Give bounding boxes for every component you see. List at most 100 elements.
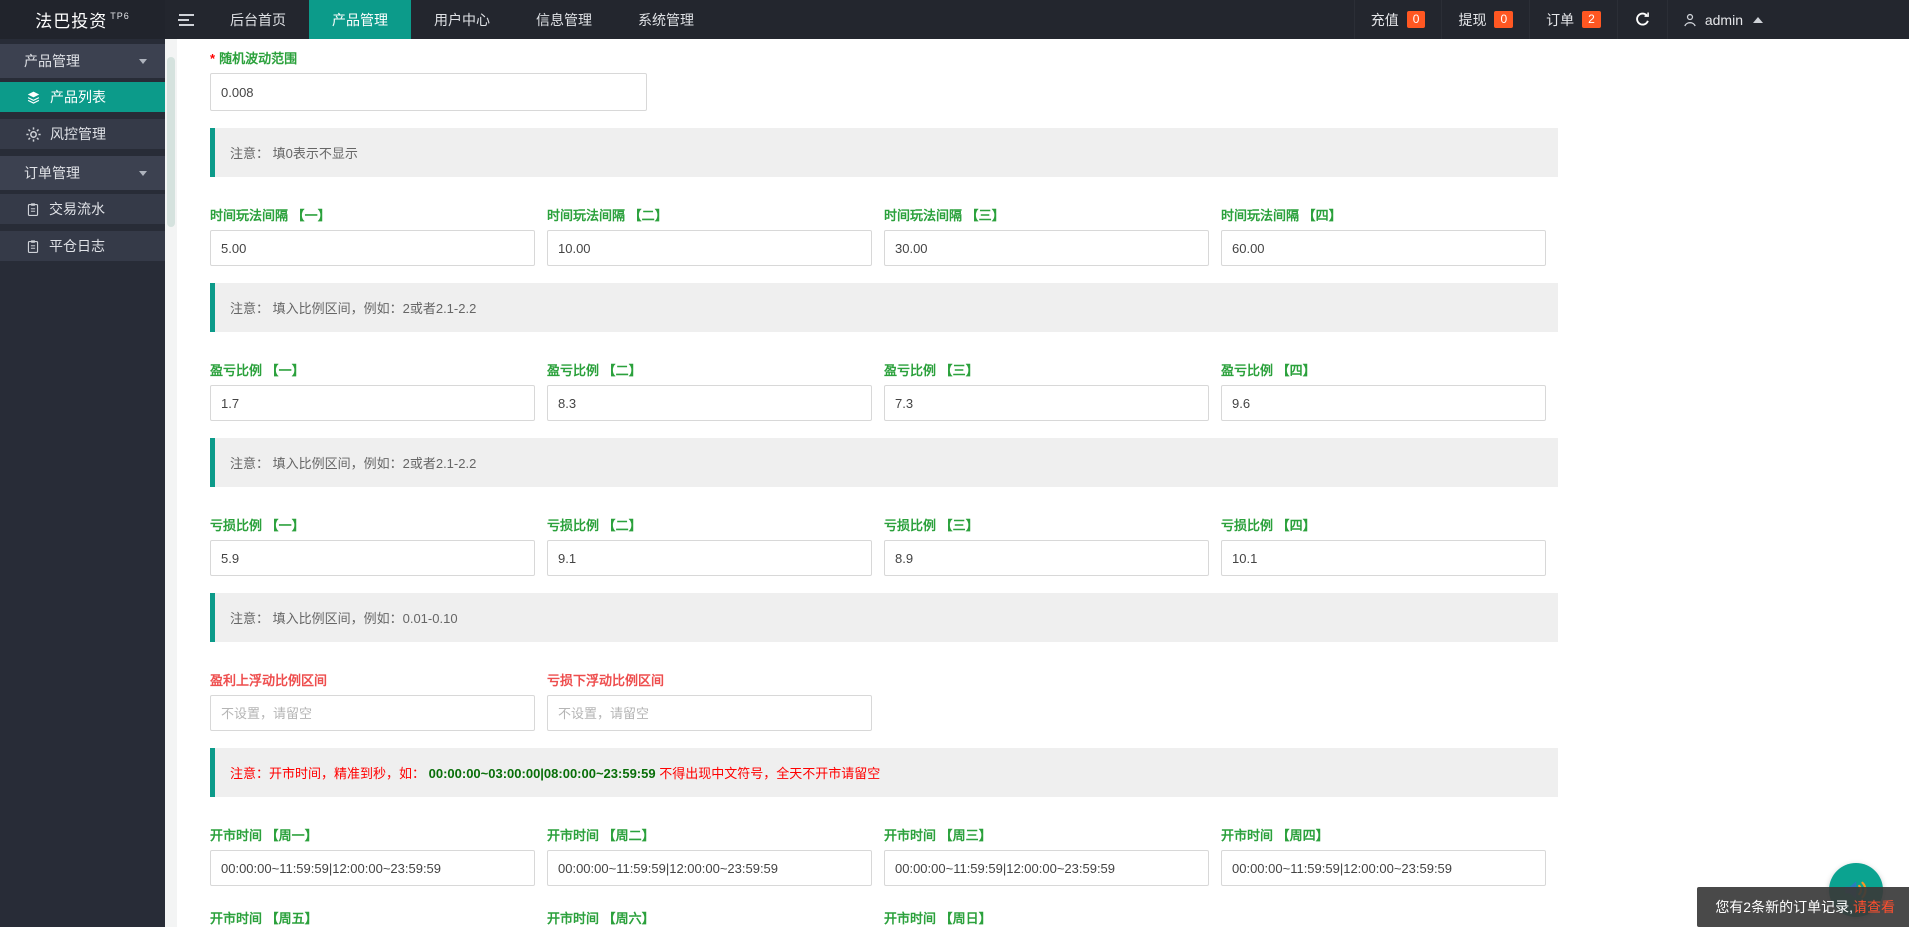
loss-ratio-2-label: 亏损比例 【二】: [547, 518, 642, 533]
open-time-example: 00:00:00~03:00:00|08:00:00~23:59:59: [428, 766, 656, 781]
time-interval-2-label: 时间玩法间隔 【二】: [547, 208, 668, 223]
sidebar-group-product[interactable]: 产品管理: [0, 44, 165, 78]
sidebar-item-close-log-label: 平仓日志: [49, 238, 105, 254]
profit-ratio-3-input[interactable]: [884, 385, 1209, 421]
toast-view-link[interactable]: 请查看: [1853, 899, 1895, 915]
app-logo: 法巴投资 TP6: [0, 0, 165, 39]
notice-small-ratio-example: 注意： 填入比例区间，例如：0.01-0.10: [210, 593, 1558, 642]
loss-ratio-3-input[interactable]: [884, 540, 1209, 576]
recharge-label: 充值: [1370, 11, 1399, 28]
open-time-thu-label: 开市时间 【周四】: [1221, 828, 1329, 843]
layers-icon: [27, 91, 40, 104]
tab-system-management[interactable]: 系统管理: [615, 0, 717, 39]
open-time-sat-label: 开市时间 【周六】: [547, 911, 655, 926]
profit-float-zone-input[interactable]: [210, 695, 535, 731]
open-time-sun-label: 开市时间 【周日】: [884, 911, 992, 926]
notice-ratio-example-1: 注意： 填入比例区间，例如：2或者2.1-2.2: [210, 283, 1558, 332]
scrollbar-thumb[interactable]: [167, 57, 175, 227]
time-interval-row: 时间玩法间隔 【一】 时间玩法间隔 【二】 时间玩法间隔 【三】 时间玩法间隔 …: [210, 205, 1909, 266]
orders-shortcut[interactable]: 订单 2: [1529, 0, 1617, 39]
open-time-row-2: 开市时间 【周五】 开市时间 【周六】 开市时间 【周日】: [210, 908, 1909, 927]
profit-ratio-row: 盈亏比例 【一】 盈亏比例 【二】 盈亏比例 【三】 盈亏比例 【四】: [210, 360, 1909, 421]
product-edit-form: *随机波动范围 注意： 填0表示不显示 时间玩法间隔 【一】 时间玩法间隔 【二…: [177, 39, 1909, 927]
tab-info-management[interactable]: 信息管理: [513, 0, 615, 39]
sidebar-collapse-icon[interactable]: [165, 0, 207, 39]
loss-ratio-4-label: 亏损比例 【四】: [1221, 518, 1316, 533]
loss-ratio-3-label: 亏损比例 【三】: [884, 518, 979, 533]
notice-open-time-format: 注意：开市时间，精准到秒，如： 00:00:00~03:00:00|08:00:…: [210, 748, 1558, 797]
orders-count-badge: 2: [1582, 11, 1601, 28]
profit-ratio-1-input[interactable]: [210, 385, 535, 421]
sidebar-group-order[interactable]: 订单管理: [0, 156, 165, 190]
loss-ratio-row: 亏损比例 【一】 亏损比例 【二】 亏损比例 【三】 亏损比例 【四】: [210, 515, 1909, 576]
notice-zero-hidden: 注意： 填0表示不显示: [210, 128, 1558, 177]
app-title: 法巴投资: [35, 12, 108, 31]
loss-ratio-4-input[interactable]: [1221, 540, 1546, 576]
refresh-icon[interactable]: [1616, 0, 1667, 39]
user-icon: [1684, 13, 1696, 26]
sidebar-item-risk-label: 风控管理: [50, 126, 106, 142]
sidebar-item-close-log[interactable]: 平仓日志: [0, 231, 165, 261]
field-random-wave: * 随机波动范围: [210, 48, 1909, 111]
loss-float-zone-input[interactable]: [547, 695, 872, 731]
main-nav: 后台首页 产品管理 用户中心 信息管理 系统管理: [207, 0, 717, 39]
time-interval-3-input[interactable]: [884, 230, 1209, 266]
time-interval-4-label: 时间玩法间隔 【四】: [1221, 208, 1342, 223]
random-wave-input[interactable]: [210, 73, 647, 111]
open-time-tue-input[interactable]: [547, 850, 872, 886]
sidebar-item-product-list[interactable]: 产品列表: [0, 82, 165, 112]
profit-ratio-2-input[interactable]: [547, 385, 872, 421]
sidebar-item-product-list-label: 产品列表: [50, 89, 106, 105]
app-version: TP6: [110, 10, 130, 21]
topbar-right: 充值 0 提现 0 订单 2 admin: [1353, 0, 1777, 39]
profit-ratio-3-label: 盈亏比例 【三】: [884, 363, 979, 378]
withdraw-shortcut[interactable]: 提现 0: [1441, 0, 1529, 39]
clipboard-icon: [27, 239, 39, 253]
user-menu[interactable]: admin: [1666, 0, 1777, 39]
profit-ratio-2-label: 盈亏比例 【二】: [547, 363, 642, 378]
new-order-toast: 您有2条新的订单记录,请查看: [1697, 887, 1909, 927]
time-interval-1-label: 时间玩法间隔 【一】: [210, 208, 331, 223]
time-interval-4-input[interactable]: [1221, 230, 1546, 266]
chevron-down-icon: [139, 58, 147, 64]
time-interval-1-input[interactable]: [210, 230, 535, 266]
required-asterisk: *: [210, 51, 216, 66]
recharge-shortcut[interactable]: 充值 0: [1353, 0, 1442, 39]
toast-text: 您有2条新的订单记录,: [1715, 899, 1853, 915]
sidebar: 产品管理 产品列表 风控管理 订单管理 交易流水 平仓日志: [0, 39, 165, 927]
tab-dashboard[interactable]: 后台首页: [207, 0, 309, 39]
time-interval-3-label: 时间玩法间隔 【三】: [884, 208, 1005, 223]
loss-float-zone-label: 亏损下浮动比例区间: [547, 673, 665, 688]
sidebar-group-product-label: 产品管理: [24, 53, 80, 69]
chevron-up-icon: [1753, 16, 1763, 23]
loss-ratio-1-label: 亏损比例 【一】: [210, 518, 305, 533]
profit-ratio-1-label: 盈亏比例 【一】: [210, 363, 305, 378]
sidebar-item-risk-management[interactable]: 风控管理: [0, 119, 165, 149]
float-zone-row: 盈利上浮动比例区间 亏损下浮动比例区间: [210, 670, 1909, 731]
open-time-thu-input[interactable]: [1221, 850, 1546, 886]
time-interval-2-input[interactable]: [547, 230, 872, 266]
random-wave-label: * 随机波动范围: [210, 51, 298, 66]
profit-float-zone-label: 盈利上浮动比例区间: [210, 673, 328, 688]
sidebar-item-trade-flow-label: 交易流水: [49, 201, 105, 217]
username: admin: [1704, 11, 1743, 28]
gear-icon: [26, 126, 41, 142]
open-time-mon-label: 开市时间 【周一】: [210, 828, 318, 843]
loss-ratio-1-input[interactable]: [210, 540, 535, 576]
tab-user-center[interactable]: 用户中心: [411, 0, 513, 39]
open-time-mon-input[interactable]: [210, 850, 535, 886]
profit-ratio-4-input[interactable]: [1221, 385, 1546, 421]
open-time-row-1: 开市时间 【周一】 开市时间 【周二】 开市时间 【周三】 开市时间 【周四】: [210, 825, 1909, 886]
notice-ratio-example-2: 注意： 填入比例区间，例如：2或者2.1-2.2: [210, 438, 1558, 487]
profit-ratio-4-label: 盈亏比例 【四】: [1221, 363, 1316, 378]
content-scrollbar[interactable]: [165, 39, 177, 927]
clipboard-icon: [27, 202, 39, 216]
loss-ratio-2-input[interactable]: [547, 540, 872, 576]
sidebar-item-trade-flow[interactable]: 交易流水: [0, 194, 165, 224]
recharge-count-badge: 0: [1406, 11, 1426, 28]
open-time-wed-input[interactable]: [884, 850, 1209, 886]
tab-product-management[interactable]: 产品管理: [309, 0, 411, 39]
orders-label: 订单: [1546, 11, 1575, 28]
open-time-fri-label: 开市时间 【周五】: [210, 911, 318, 926]
